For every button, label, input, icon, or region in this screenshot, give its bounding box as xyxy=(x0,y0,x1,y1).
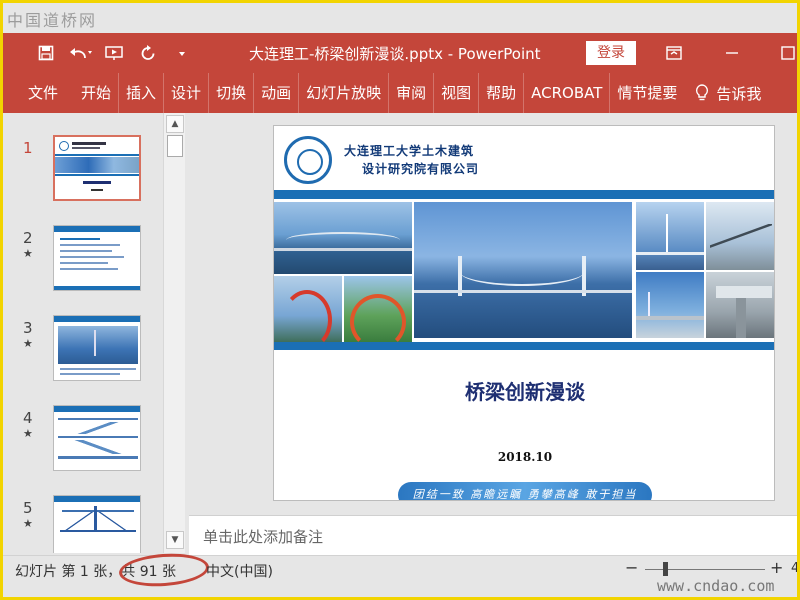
dropdown-caret-icon xyxy=(179,52,185,56)
thumbnail-number: 3 xyxy=(23,319,33,337)
tab-home[interactable]: 开始 xyxy=(74,73,118,113)
bridge-photo-arch-red xyxy=(274,276,342,342)
bridge-photo-4 xyxy=(706,202,774,270)
thumbnail-slide-2[interactable] xyxy=(53,225,141,291)
highlight-ellipse-annotation xyxy=(117,550,211,590)
save-button[interactable] xyxy=(31,41,61,65)
thumbnail-slide-4[interactable] xyxy=(53,405,141,471)
maximize-button[interactable] xyxy=(773,41,797,65)
redo-icon xyxy=(141,45,155,60)
bridge-photo-8 xyxy=(706,272,774,338)
undo-icon xyxy=(70,48,92,59)
thumbnail-slide-1[interactable] xyxy=(53,135,141,201)
institution-name-line1: 大连理工大学土木建筑 xyxy=(344,144,475,158)
thumbnail-item-3[interactable]: 3 ★ xyxy=(3,315,163,405)
animation-star-icon: ★ xyxy=(23,247,33,260)
slide-title[interactable]: 桥梁创新漫谈 xyxy=(274,376,774,405)
tab-acrobat[interactable]: ACROBAT xyxy=(523,73,609,113)
header-divider xyxy=(274,190,774,199)
ribbon-display-options-button[interactable] xyxy=(659,41,689,65)
current-slide[interactable]: 大连理工大学土木建筑 设计研究院有限公司 桥梁创新漫谈 2018.10 团结一致… xyxy=(273,125,775,501)
zoom-slider-thumb[interactable] xyxy=(663,562,668,576)
institution-name-line2: 设计研究院有限公司 xyxy=(362,162,480,176)
zoom-level[interactable]: 4 xyxy=(791,561,797,576)
minimize-icon xyxy=(726,52,738,54)
maximize-icon xyxy=(781,46,795,60)
tab-review[interactable]: 审阅 xyxy=(388,73,433,113)
minimize-button[interactable] xyxy=(717,41,747,65)
scroll-up-button[interactable]: ▲ xyxy=(166,115,184,133)
photo-divider xyxy=(274,342,774,350)
slide-date[interactable]: 2018.10 xyxy=(274,450,774,464)
thumbnail-number: 4 xyxy=(23,409,33,427)
zoom-out-button[interactable]: − xyxy=(625,558,638,577)
animation-star-icon: ★ xyxy=(23,517,33,530)
tab-design[interactable]: 设计 xyxy=(163,73,208,113)
tab-animations[interactable]: 动画 xyxy=(253,73,298,113)
university-logo xyxy=(284,136,332,184)
bridge-photo-arch-orange xyxy=(344,276,412,342)
lightbulb-icon xyxy=(696,84,709,101)
save-icon xyxy=(38,45,54,61)
thumbnail-scrollbar[interactable]: ▲ ▼ xyxy=(163,113,185,553)
tab-help[interactable]: 帮助 xyxy=(478,73,523,113)
slogan-text: 团结一致 高瞻远瞩 勇攀高峰 敢于担当 xyxy=(412,488,638,501)
thumbnail-item-2[interactable]: 2 ★ xyxy=(3,225,163,315)
customize-toolbar-button[interactable] xyxy=(167,41,197,65)
watermark-top: 中国道桥网 xyxy=(7,11,98,30)
watermark-bottom: www.cndao.com xyxy=(657,577,775,595)
thumbnail-number: 5 xyxy=(23,499,33,517)
thumbnail-item-5[interactable]: 5 ★ xyxy=(3,495,163,553)
slogan-banner: 团结一致 高瞻远瞩 勇攀高峰 敢于担当 xyxy=(398,482,652,501)
ribbon-display-icon xyxy=(666,46,682,60)
language-indicator[interactable]: 中文(中国) xyxy=(206,561,273,581)
bridge-photo-7 xyxy=(636,272,704,338)
slide-thumbnail-pane: 1 2 ★ 3 ★ 4 ★ 5 ★ xyxy=(3,113,163,553)
scroll-thumb[interactable] xyxy=(167,135,183,157)
presentation-icon xyxy=(105,46,123,60)
tab-transitions[interactable]: 切换 xyxy=(208,73,253,113)
slide-editing-area: 大连理工大学土木建筑 设计研究院有限公司 桥梁创新漫谈 2018.10 团结一致… xyxy=(189,113,797,515)
bridge-photo-main xyxy=(414,202,632,338)
thumbnail-number: 1 xyxy=(23,139,33,157)
animation-star-icon: ★ xyxy=(23,427,33,440)
notes-placeholder: 单击此处添加备注 xyxy=(203,528,324,546)
title-bar: 大连理工-桥梁创新漫谈.pptx - PowerPoint 登录 xyxy=(3,33,797,73)
tab-slideshow[interactable]: 幻灯片放映 xyxy=(298,73,388,113)
window-title: 大连理工-桥梁创新漫谈.pptx - PowerPoint xyxy=(249,45,541,63)
tab-insert[interactable]: 插入 xyxy=(118,73,163,113)
thumbnail-number: 2 xyxy=(23,229,33,247)
tab-view[interactable]: 视图 xyxy=(433,73,478,113)
undo-button[interactable] xyxy=(65,41,95,65)
tell-me-label: 告诉我 xyxy=(716,84,762,103)
ribbon-tabs: 文件 开始 插入 设计 切换 动画 幻灯片放映 审阅 视图 帮助 ACROBAT… xyxy=(3,73,797,113)
zoom-in-button[interactable]: + xyxy=(770,558,783,577)
animation-star-icon: ★ xyxy=(23,337,33,350)
tell-me-box[interactable]: 告诉我 xyxy=(684,83,761,104)
slideshow-from-start-button[interactable] xyxy=(99,41,129,65)
signin-button[interactable]: 登录 xyxy=(586,41,636,65)
tab-file[interactable]: 文件 xyxy=(21,73,74,113)
thumbnail-slide-5[interactable] xyxy=(53,495,141,553)
thumbnail-item-4[interactable]: 4 ★ xyxy=(3,405,163,495)
bridge-photo-3 xyxy=(636,202,704,270)
thumbnail-slide-3[interactable] xyxy=(53,315,141,381)
notes-pane[interactable]: 单击此处添加备注 xyxy=(189,515,797,555)
tab-storyboard[interactable]: 情节提要 xyxy=(609,73,684,113)
redo-button[interactable] xyxy=(133,41,163,65)
thumbnail-item-1[interactable]: 1 xyxy=(3,135,163,225)
scroll-down-button[interactable]: ▼ xyxy=(166,531,184,549)
quick-access-toolbar xyxy=(31,41,197,65)
bridge-photo-1 xyxy=(274,202,412,274)
screenshot-frame: 中国道桥网 大连理工-桥梁创新漫谈.pptx - PowerPoint 登录 文… xyxy=(0,0,800,600)
